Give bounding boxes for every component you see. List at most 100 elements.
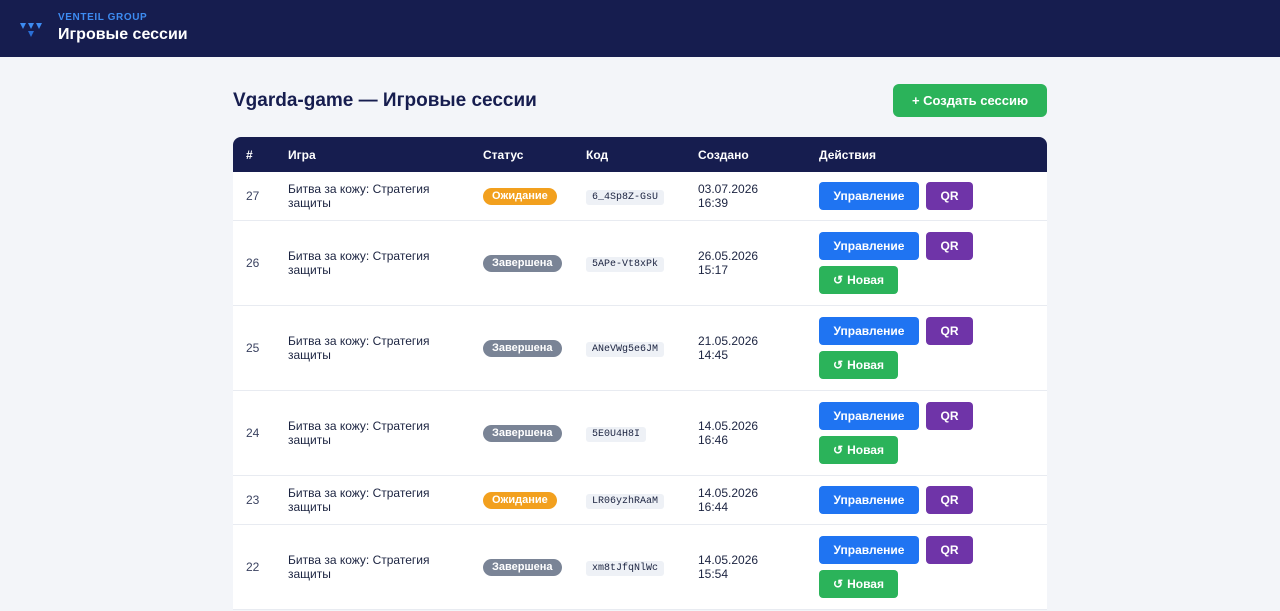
- session-status: Завершена: [483, 558, 586, 576]
- session-actions: Управление QR ↺ Новая: [819, 402, 1047, 464]
- manage-button[interactable]: Управление: [819, 317, 919, 345]
- game-name: Битва за кожу: Стратегия защиты: [288, 553, 430, 581]
- game-name: Битва за кожу: Стратегия защиты: [288, 249, 430, 277]
- session-actions: Управление QR ↺ Новая: [819, 536, 1047, 598]
- sessions-table: # Игра Статус Код Создано Действия 27 Бит…: [233, 137, 1047, 610]
- session-code: 5E0U4H8I: [586, 425, 698, 442]
- column-header-game: Игра: [288, 147, 316, 162]
- manage-button[interactable]: Управление: [819, 536, 919, 564]
- actions-line: ↺ Новая: [819, 351, 1047, 379]
- actions-group: Управление QR: [819, 486, 1047, 514]
- session-code: LR06yzhRAaM: [586, 492, 698, 509]
- qr-button[interactable]: QR: [926, 536, 973, 564]
- table-row: 26 Битва за кожу: Стратегия защиты Заверше…: [233, 221, 1047, 306]
- actions-line: ↺ Новая: [819, 266, 1047, 294]
- manage-button[interactable]: Управление: [819, 182, 919, 210]
- actions-line: Управление QR: [819, 182, 1047, 210]
- created-date: 26.05.2026: [698, 249, 759, 263]
- refresh-icon: ↺: [833, 443, 844, 457]
- session-created: 14.05.2026 15:54: [698, 553, 819, 581]
- manage-button[interactable]: Управление: [819, 486, 919, 514]
- session-created: 26.05.2026 15:17: [698, 249, 819, 277]
- table-row: 25 Битва за кожу: Стратегия защиты Заверше…: [233, 306, 1047, 391]
- session-actions: Управление QR: [819, 486, 1047, 514]
- brand-name: VENTEIL GROUP: [58, 11, 148, 23]
- session-actions: Управление QR ↺ Новая: [819, 317, 1047, 379]
- game-name: Битва за кожу: Стратегия защиты: [288, 419, 430, 447]
- created-time: 15:54: [698, 567, 729, 581]
- session-status: Ожидание: [483, 187, 586, 205]
- actions-line: Управление QR: [819, 536, 1047, 564]
- status-badge: Завершена: [483, 254, 562, 272]
- game-name: Битва за кожу: Стратегия защиты: [288, 334, 430, 362]
- refresh-icon: ↺: [833, 577, 844, 591]
- qr-button[interactable]: QR: [926, 182, 973, 210]
- actions-group: Управление QR ↺ Новая: [819, 536, 1047, 598]
- created-date: 14.05.2026: [698, 553, 759, 567]
- session-actions: Управление QR: [819, 182, 1047, 210]
- actions-group: Управление QR ↺ Новая: [819, 402, 1047, 464]
- actions-line: Управление QR: [819, 402, 1047, 430]
- session-game: Битва за кожу: Стратегия защиты: [288, 334, 483, 362]
- new-button-label: Новая: [847, 577, 884, 591]
- qr-button[interactable]: QR: [926, 486, 973, 514]
- session-game: Битва за кожу: Стратегия защиты: [288, 486, 483, 514]
- refresh-icon: ↺: [833, 273, 844, 287]
- created-time: 14:45: [698, 348, 729, 362]
- session-game: Битва за кожу: Стратегия защиты: [288, 419, 483, 447]
- new-session-button[interactable]: ↺ Новая: [819, 351, 898, 379]
- manage-button[interactable]: Управление: [819, 232, 919, 260]
- actions-line: Управление QR: [819, 317, 1047, 345]
- venteil-logo-icon: [20, 22, 42, 37]
- new-session-button[interactable]: ↺ Новая: [819, 266, 898, 294]
- code-value: 5E0U4H8I: [586, 426, 647, 442]
- new-session-button[interactable]: ↺ Новая: [819, 570, 898, 598]
- main-content: Vgarda-game — Игровые сессии + Создать с…: [233, 57, 1047, 610]
- created-time: 16:39: [698, 196, 729, 210]
- session-status: Ожидание: [483, 491, 586, 509]
- refresh-icon: ↺: [833, 358, 844, 372]
- created-time: 15:17: [698, 263, 729, 277]
- new-button-label: Новая: [847, 358, 884, 372]
- column-header-status: Статус: [483, 147, 524, 162]
- session-code: xm8tJfqNlWc: [586, 559, 698, 576]
- table-row: 24 Битва за кожу: Стратегия защиты Заверше…: [233, 391, 1047, 476]
- code-value: 5APe-Vt8xPk: [586, 256, 665, 272]
- actions-group: Управление QR: [819, 182, 1047, 210]
- qr-button[interactable]: QR: [926, 317, 973, 345]
- qr-button[interactable]: QR: [926, 402, 973, 430]
- actions-line: ↺ Новая: [819, 570, 1047, 598]
- created-date: 03.07.2026: [698, 182, 759, 196]
- created-time: 16:44: [698, 500, 729, 514]
- qr-button[interactable]: QR: [926, 232, 973, 260]
- session-status: Завершена: [483, 424, 586, 442]
- actions-line: ↺ Новая: [819, 436, 1047, 464]
- create-session-button[interactable]: + Создать сессию: [893, 84, 1047, 117]
- manage-button[interactable]: Управление: [819, 402, 919, 430]
- actions-line: Управление QR: [819, 232, 1047, 260]
- created-date: 21.05.2026: [698, 334, 759, 348]
- column-header-number: #: [246, 147, 253, 162]
- session-created: 14.05.2026 16:44: [698, 486, 819, 514]
- code-value: 6_4Sp8Z-GsU: [586, 189, 665, 205]
- session-code: 5APe-Vt8xPk: [586, 255, 698, 272]
- created-date: 14.05.2026: [698, 419, 759, 433]
- session-number: 27: [246, 189, 260, 203]
- session-number: 26: [246, 256, 260, 270]
- table-row: 27 Битва за кожу: Стратегия защиты Ожидани…: [233, 172, 1047, 221]
- page-header: Vgarda-game — Игровые сессии + Создать с…: [233, 57, 1047, 137]
- session-game: Битва за кожу: Стратегия защиты: [288, 553, 483, 581]
- session-number: 24: [246, 426, 260, 440]
- table-row: 22 Битва за кожу: Стратегия защиты Заверше…: [233, 525, 1047, 610]
- session-actions: Управление QR ↺ Новая: [819, 232, 1047, 294]
- session-number: 23: [246, 493, 260, 507]
- actions-line: Управление QR: [819, 486, 1047, 514]
- code-value: LR06yzhRAaM: [586, 493, 665, 509]
- brand-block: VENTEIL GROUP Игровые сессии: [58, 12, 188, 46]
- code-value: ANeVWg5e6JM: [586, 341, 665, 357]
- status-badge: Ожидание: [483, 187, 557, 205]
- column-header-created: Создано: [698, 147, 749, 162]
- session-status: Завершена: [483, 254, 586, 272]
- new-session-button[interactable]: ↺ Новая: [819, 436, 898, 464]
- actions-group: Управление QR ↺ Новая: [819, 232, 1047, 294]
